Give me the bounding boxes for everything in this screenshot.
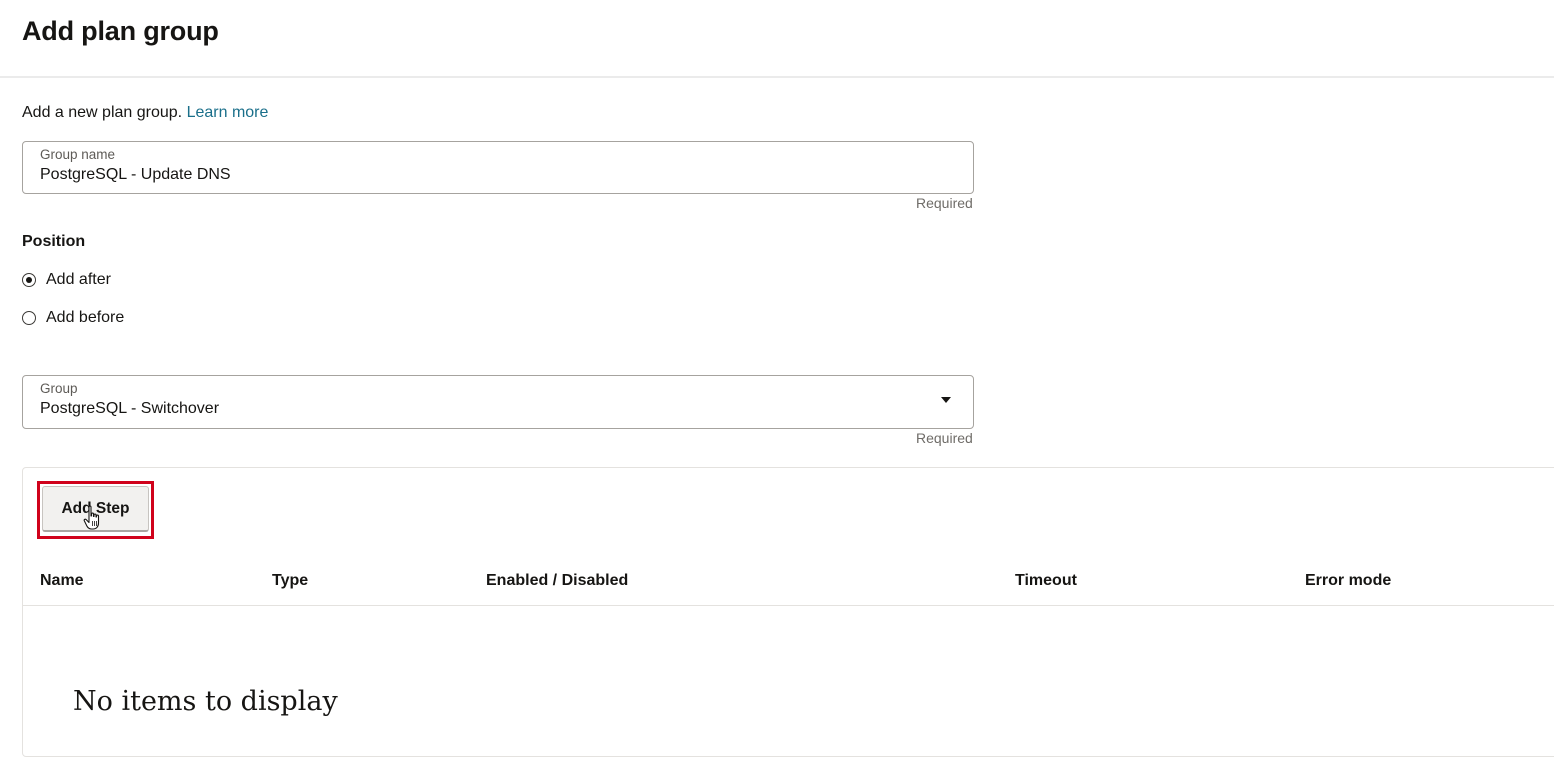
column-header-error-mode[interactable]: Error mode — [1305, 572, 1391, 590]
column-header-type[interactable]: Type — [272, 572, 308, 590]
group-name-label: Group name — [40, 147, 116, 162]
chevron-down-icon[interactable] — [941, 397, 951, 403]
group-name-required-hint: Required — [916, 195, 973, 211]
column-header-enabled-disabled[interactable]: Enabled / Disabled — [486, 572, 628, 590]
column-header-timeout[interactable]: Timeout — [1015, 572, 1077, 590]
learn-more-link[interactable]: Learn more — [187, 104, 269, 121]
radio-add-after-label: Add after — [46, 271, 111, 288]
page-header: Add plan group — [0, 0, 1554, 78]
hand-pointer-cursor-icon — [83, 505, 100, 530]
page-title: Add plan group — [22, 16, 219, 46]
group-name-field[interactable]: Group name — [22, 141, 974, 194]
radio-add-before-label: Add before — [46, 309, 125, 326]
radio-add-before[interactable]: Add before — [22, 308, 124, 328]
table-header-divider — [23, 605, 1554, 606]
intro-description: Add a new plan group. — [22, 104, 183, 121]
group-select-value: PostgreSQL - Switchover — [40, 400, 220, 417]
add-plan-group-page: Add plan group Add a new plan group. Lea… — [0, 0, 1554, 769]
intro-text: Add a new plan group. Learn more — [22, 104, 268, 122]
radio-add-before-control[interactable] — [22, 311, 36, 325]
group-select-label: Group — [40, 381, 78, 396]
group-select-required-hint: Required — [916, 430, 973, 446]
group-name-input[interactable] — [40, 166, 920, 184]
radio-add-after-control[interactable] — [22, 273, 36, 287]
column-header-name[interactable]: Name — [40, 572, 84, 590]
group-select[interactable]: Group PostgreSQL - Switchover — [22, 375, 974, 429]
position-label: Position — [22, 233, 86, 250]
empty-table-message: No items to display — [73, 686, 338, 717]
radio-add-after[interactable]: Add after — [22, 270, 111, 290]
